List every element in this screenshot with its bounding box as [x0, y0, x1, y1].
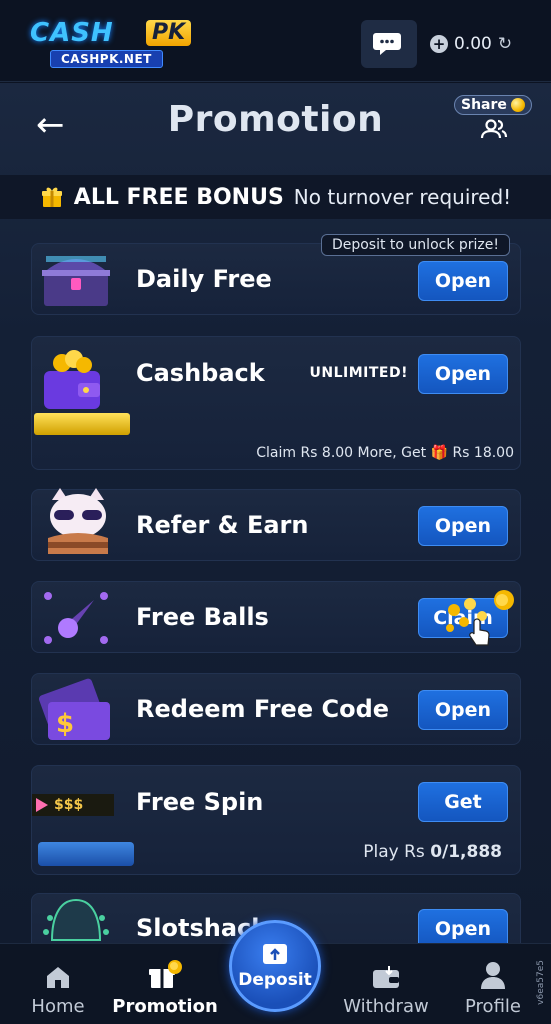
bonus-subtitle: No turnover required!: [293, 185, 512, 209]
redeem-code-open-button[interactable]: Open: [418, 690, 508, 730]
play-value: 0/1,888: [430, 842, 502, 862]
coin-icon: [510, 98, 525, 112]
gift-icon: [41, 187, 62, 207]
free-balls-title: Free Balls: [136, 603, 269, 631]
add-balance-icon[interactable]: +: [430, 35, 448, 53]
svg-text:$: $: [56, 709, 74, 739]
deposit-unlock-note: Deposit to unlock prize!: [320, 234, 510, 256]
cat-mascot-icon: [48, 488, 108, 554]
daily-free-open-button[interactable]: Open: [418, 261, 508, 301]
redeem-code-title: Redeem Free Code: [136, 695, 390, 723]
cashback-claim-text: Claim Rs 8.00 More, Get 🎁 Rs 18.00: [256, 445, 514, 461]
treasure-chest-icon: [42, 256, 110, 306]
refresh-icon[interactable]: ↻: [498, 34, 512, 54]
unlimited-badge: UNLIMITED!: [309, 365, 408, 381]
home-icon: [47, 967, 69, 988]
nav-promotion[interactable]: Promotion: [112, 944, 218, 1024]
claim-text: Claim Rs 8.00 More, Get: [256, 445, 427, 461]
hooded-figure-icon: [43, 898, 109, 941]
nav-profile-label: Profile: [465, 996, 521, 1017]
top-bar: CASH PK CASHPK.NET + 0.00 ↻: [0, 0, 551, 82]
people-icon: [480, 119, 508, 139]
promotion-page: ← Promotion Share ALL FREE BONUS No turn…: [0, 83, 551, 943]
cashback-open-button[interactable]: Open: [418, 354, 508, 394]
version-watermark: v6ea57e5: [536, 960, 546, 1005]
wallet-coins-icon: [44, 350, 100, 409]
balance-display[interactable]: + 0.00 ↻: [430, 30, 512, 58]
logo-text: CASH: [30, 18, 114, 48]
nav-promotion-label: Promotion: [112, 996, 218, 1017]
daily-free-card[interactable]: Daily Free Deposit to unlock prize! Open: [31, 234, 521, 315]
coin-burst-icon: [446, 590, 514, 646]
free-spin-play-progress: Play Rs 0/1,888: [363, 842, 502, 862]
ticket-icon: $: [39, 678, 110, 740]
cashback-progress-bar: [34, 413, 130, 435]
cashback-title: Cashback: [136, 359, 265, 387]
gift-nav-icon: [149, 960, 182, 988]
nav-withdraw[interactable]: Withdraw: [336, 944, 436, 1024]
wallet-icon: [373, 966, 399, 988]
slotshack-open-button[interactable]: Open: [418, 909, 508, 943]
deposit-button[interactable]: Deposit: [229, 920, 321, 1012]
nav-profile[interactable]: Profile: [443, 944, 543, 1024]
share-pill: Share: [454, 95, 532, 115]
gift-small-icon: 🎁: [430, 445, 448, 461]
page-header: ← Promotion Share: [0, 83, 551, 173]
free-bonus-banner: ALL FREE BONUS No turnover required!: [0, 175, 551, 219]
refer-earn-title: Refer & Earn: [136, 511, 309, 539]
redeem-code-card[interactable]: $ Redeem Free Code Open: [31, 673, 521, 745]
free-spin-title: Free Spin: [136, 788, 264, 816]
logo-pk-badge: PK: [146, 20, 192, 46]
refer-earn-card[interactable]: Refer & Earn Open: [31, 488, 521, 561]
play-arrow-icon: [36, 798, 48, 812]
slot-reel-tag: $$$: [32, 794, 114, 816]
chat-button[interactable]: [361, 20, 417, 68]
nav-home[interactable]: Home: [8, 944, 108, 1024]
free-spin-get-button[interactable]: Get: [418, 782, 508, 822]
share-button[interactable]: Share: [454, 95, 532, 143]
logo-domain: CASHPK.NET: [50, 50, 163, 68]
bonus-title: ALL FREE BONUS: [73, 184, 284, 210]
refer-earn-open-button[interactable]: Open: [418, 506, 508, 546]
slot-reel-text: $$$: [54, 797, 84, 813]
balance-amount: 0.00: [454, 34, 492, 54]
deposit-label: Deposit: [238, 970, 312, 990]
deposit-icon: [263, 944, 287, 964]
daily-free-title: Daily Free: [136, 265, 272, 293]
chat-icon: [373, 33, 401, 55]
cashpk-logo[interactable]: CASH PK CASHPK.NET: [30, 18, 202, 70]
free-balls-card[interactable]: Free Balls Claim: [31, 581, 521, 653]
play-label: Play Rs: [363, 842, 425, 862]
nav-withdraw-label: Withdraw: [343, 996, 429, 1017]
user-icon: [481, 962, 505, 989]
claim-reward: Rs 18.00: [452, 445, 514, 461]
share-label: Share: [461, 97, 507, 113]
free-spin-progress-bar: [38, 842, 134, 866]
nav-home-label: Home: [31, 996, 85, 1017]
cashback-card[interactable]: Cashback UNLIMITED! Open Claim Rs 8.00 M…: [31, 336, 521, 470]
free-spin-card[interactable]: $$$ Free Spin Get Play Rs 0/1,888: [31, 765, 521, 875]
ball-launch-icon: [44, 592, 108, 644]
